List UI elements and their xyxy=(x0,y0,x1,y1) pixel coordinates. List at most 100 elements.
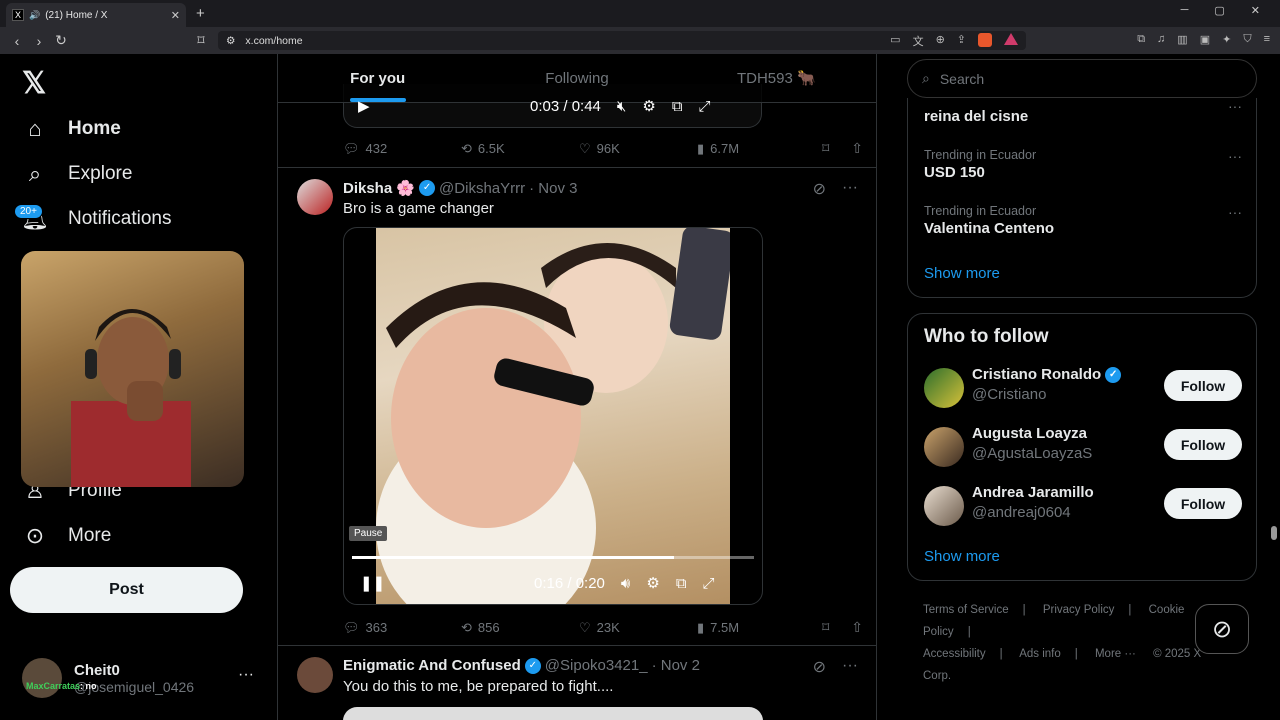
previous-video-play-icon[interactable]: ▶ xyxy=(358,97,370,115)
brave-rewards-icon[interactable] xyxy=(1004,32,1018,45)
post-more-icon[interactable]: ··· xyxy=(842,179,858,199)
avatar[interactable] xyxy=(924,486,964,526)
nav-explore[interactable]: ⌕ Explore xyxy=(22,161,133,187)
follow-button[interactable]: Follow xyxy=(1164,370,1242,401)
follow-suggestion[interactable]: Cristiano Ronaldo ✓ @Cristiano Follow xyxy=(924,366,1242,408)
bookmark-icon[interactable]: ⌑ xyxy=(822,140,829,157)
forward-icon[interactable]: › xyxy=(28,33,50,49)
fullscreen-icon[interactable]: ⤢ xyxy=(703,575,715,592)
music-icon[interactable]: ♫ xyxy=(1157,33,1165,46)
privacy-link[interactable]: Privacy Policy xyxy=(1043,604,1115,616)
x-logo-icon[interactable]: 𝕏 xyxy=(22,66,46,101)
search-input[interactable]: ⌕ Search xyxy=(907,59,1257,98)
trend-item[interactable]: Trending in Ecuador Valentina Centeno ··… xyxy=(924,204,1244,237)
terms-link[interactable]: Terms of Service xyxy=(923,604,1009,616)
post-button[interactable]: Post xyxy=(10,567,243,613)
post-avatar[interactable] xyxy=(297,179,333,215)
share-icon[interactable]: ⇧ xyxy=(851,140,863,157)
follow-button[interactable]: Follow xyxy=(1164,429,1242,460)
ads-info-link[interactable]: Ads info xyxy=(1019,648,1061,660)
menu-icon[interactable]: ≡ xyxy=(1264,33,1270,46)
account-switcher[interactable]: Cheit0 @josemiguel_0426 ··· xyxy=(22,658,254,698)
nav-home[interactable]: ⌂ Home xyxy=(22,116,120,142)
trends-show-more[interactable]: Show more xyxy=(924,265,1000,282)
who-to-follow-show-more[interactable]: Show more xyxy=(924,548,1000,565)
page-scrollbar[interactable] xyxy=(1271,66,1277,712)
like-button[interactable]: ♡ 96K xyxy=(579,140,697,157)
url-field[interactable]: ⚙ x.com/home ▭ 文 ⊕ ⇪ xyxy=(218,31,1026,50)
trend-item[interactable]: reina del cisne ··· xyxy=(924,98,1244,125)
nav-notifications[interactable]: 🔔︎ Notifications xyxy=(21,206,171,232)
follow-suggestion[interactable]: Augusta Loayza @AgustaLoayzaS Follow xyxy=(924,425,1242,467)
settings-icon[interactable]: ⚙ xyxy=(646,574,659,592)
grok-icon[interactable]: ⊘ xyxy=(813,179,826,199)
sidebar-icon[interactable]: ▥ xyxy=(1177,33,1187,46)
follow-button[interactable]: Follow xyxy=(1164,488,1242,519)
accessibility-link[interactable]: Accessibility xyxy=(923,648,986,660)
post-author-name[interactable]: Diksha 🌸 xyxy=(343,179,415,197)
wallet-icon[interactable]: ▣ xyxy=(1200,33,1210,46)
site-info-icon[interactable]: ⚙ xyxy=(226,35,235,47)
post-enigmatic[interactable]: Enigmatic And Confused ✓ @Sipoko3421_ · … xyxy=(278,645,876,720)
tab-tdh593[interactable]: TDH593 🐂 xyxy=(677,54,876,102)
tab-following[interactable]: Following xyxy=(477,54,676,102)
views-button[interactable]: ▮ 6.7M xyxy=(697,140,815,157)
mute-icon[interactable]: 🔇︎ xyxy=(617,98,626,115)
back-icon[interactable]: ‹ xyxy=(6,33,28,49)
grok-button[interactable]: ⊘ xyxy=(1195,604,1249,654)
share-icon[interactable]: ⇪ xyxy=(957,33,966,49)
repost-button[interactable]: ⟲ 6.5K xyxy=(461,140,579,157)
window-close-icon[interactable]: ✕ xyxy=(1251,4,1260,17)
nav-more[interactable]: ⊙ More xyxy=(22,523,112,549)
views-button[interactable]: ▮ 7.5M xyxy=(697,619,815,636)
post-author-handle[interactable]: @DikshaYrrr xyxy=(439,180,525,197)
pip-icon[interactable]: ⧉ xyxy=(672,98,683,115)
post-diksha[interactable]: Diksha 🌸 ✓ @DikshaYrrr · Nov 3 ⊘ ··· Bro… xyxy=(278,167,876,645)
minimize-icon[interactable]: ─ xyxy=(1181,4,1189,17)
post-author-name[interactable]: Enigmatic And Confused xyxy=(343,657,521,674)
new-tab-icon[interactable]: + xyxy=(196,5,205,22)
reply-button[interactable]: 💬︎ 363 xyxy=(343,619,461,636)
trend-more-icon[interactable]: ··· xyxy=(1228,204,1242,220)
volume-icon[interactable]: 🔊︎ xyxy=(621,575,630,592)
bookmark-icon[interactable]: ⌑ xyxy=(822,619,829,636)
browser-tab[interactable]: X 🔊 (21) Home / X ✕ xyxy=(6,3,186,27)
trend-more-icon[interactable]: ··· xyxy=(1228,148,1242,164)
tab-for-you[interactable]: For you xyxy=(278,54,477,102)
share-icon[interactable]: ⇧ xyxy=(851,619,863,636)
post-video[interactable]: Pause ❚❚ 0:16 / 0:20 🔊︎ ⚙ ⧉ ⤢ xyxy=(343,227,763,605)
avatar[interactable] xyxy=(924,368,964,408)
translate-icon[interactable]: 文 xyxy=(913,33,924,49)
post-more-icon[interactable]: ··· xyxy=(842,657,858,677)
zoom-icon[interactable]: ⊕ xyxy=(936,33,945,49)
pause-icon[interactable]: ❚❚ xyxy=(360,574,385,592)
reply-button[interactable]: 💬︎ 432 xyxy=(343,140,461,157)
post-author-handle[interactable]: @Sipoko3421_ xyxy=(545,657,648,674)
account-more-icon[interactable]: ··· xyxy=(238,666,254,684)
bookmark-page-icon[interactable]: ⌑ xyxy=(190,32,212,49)
grok-icon[interactable]: ⊘ xyxy=(813,657,826,677)
cast-icon[interactable]: ▭ xyxy=(890,33,900,49)
maximize-icon[interactable]: ▢ xyxy=(1214,4,1224,17)
post-date[interactable]: · Nov 2 xyxy=(652,657,700,674)
settings-icon[interactable]: ⚙ xyxy=(642,97,655,115)
tab-close-icon[interactable]: ✕ xyxy=(171,9,180,22)
like-button[interactable]: ♡ 23K xyxy=(579,619,697,636)
footer-more-link[interactable]: More ··· xyxy=(1095,648,1136,660)
repost-button[interactable]: ⟲ 856 xyxy=(461,619,579,636)
fullscreen-icon[interactable]: ⤢ xyxy=(699,98,711,115)
pip-icon[interactable]: ⧉ xyxy=(676,575,687,592)
screenshot-icon[interactable]: ⧉ xyxy=(1137,33,1145,46)
trend-more-icon[interactable]: ··· xyxy=(1228,98,1242,114)
follow-suggestion[interactable]: Andrea Jaramillo @andreaj0604 Follow xyxy=(924,484,1242,526)
reload-icon[interactable]: ↻ xyxy=(50,32,72,49)
leo-icon[interactable]: ✦ xyxy=(1222,33,1231,46)
post-avatar[interactable] xyxy=(297,657,333,693)
video-progress-bar[interactable] xyxy=(352,556,754,559)
scrollbar-thumb[interactable] xyxy=(1271,526,1277,540)
vpn-icon[interactable]: ⛉ xyxy=(1243,33,1251,46)
brave-shields-icon[interactable] xyxy=(978,32,992,47)
post-date[interactable]: · Nov 3 xyxy=(529,180,577,197)
post-media-preview[interactable] xyxy=(343,707,763,720)
trend-item[interactable]: Trending in Ecuador USD 150 ··· xyxy=(924,148,1244,181)
